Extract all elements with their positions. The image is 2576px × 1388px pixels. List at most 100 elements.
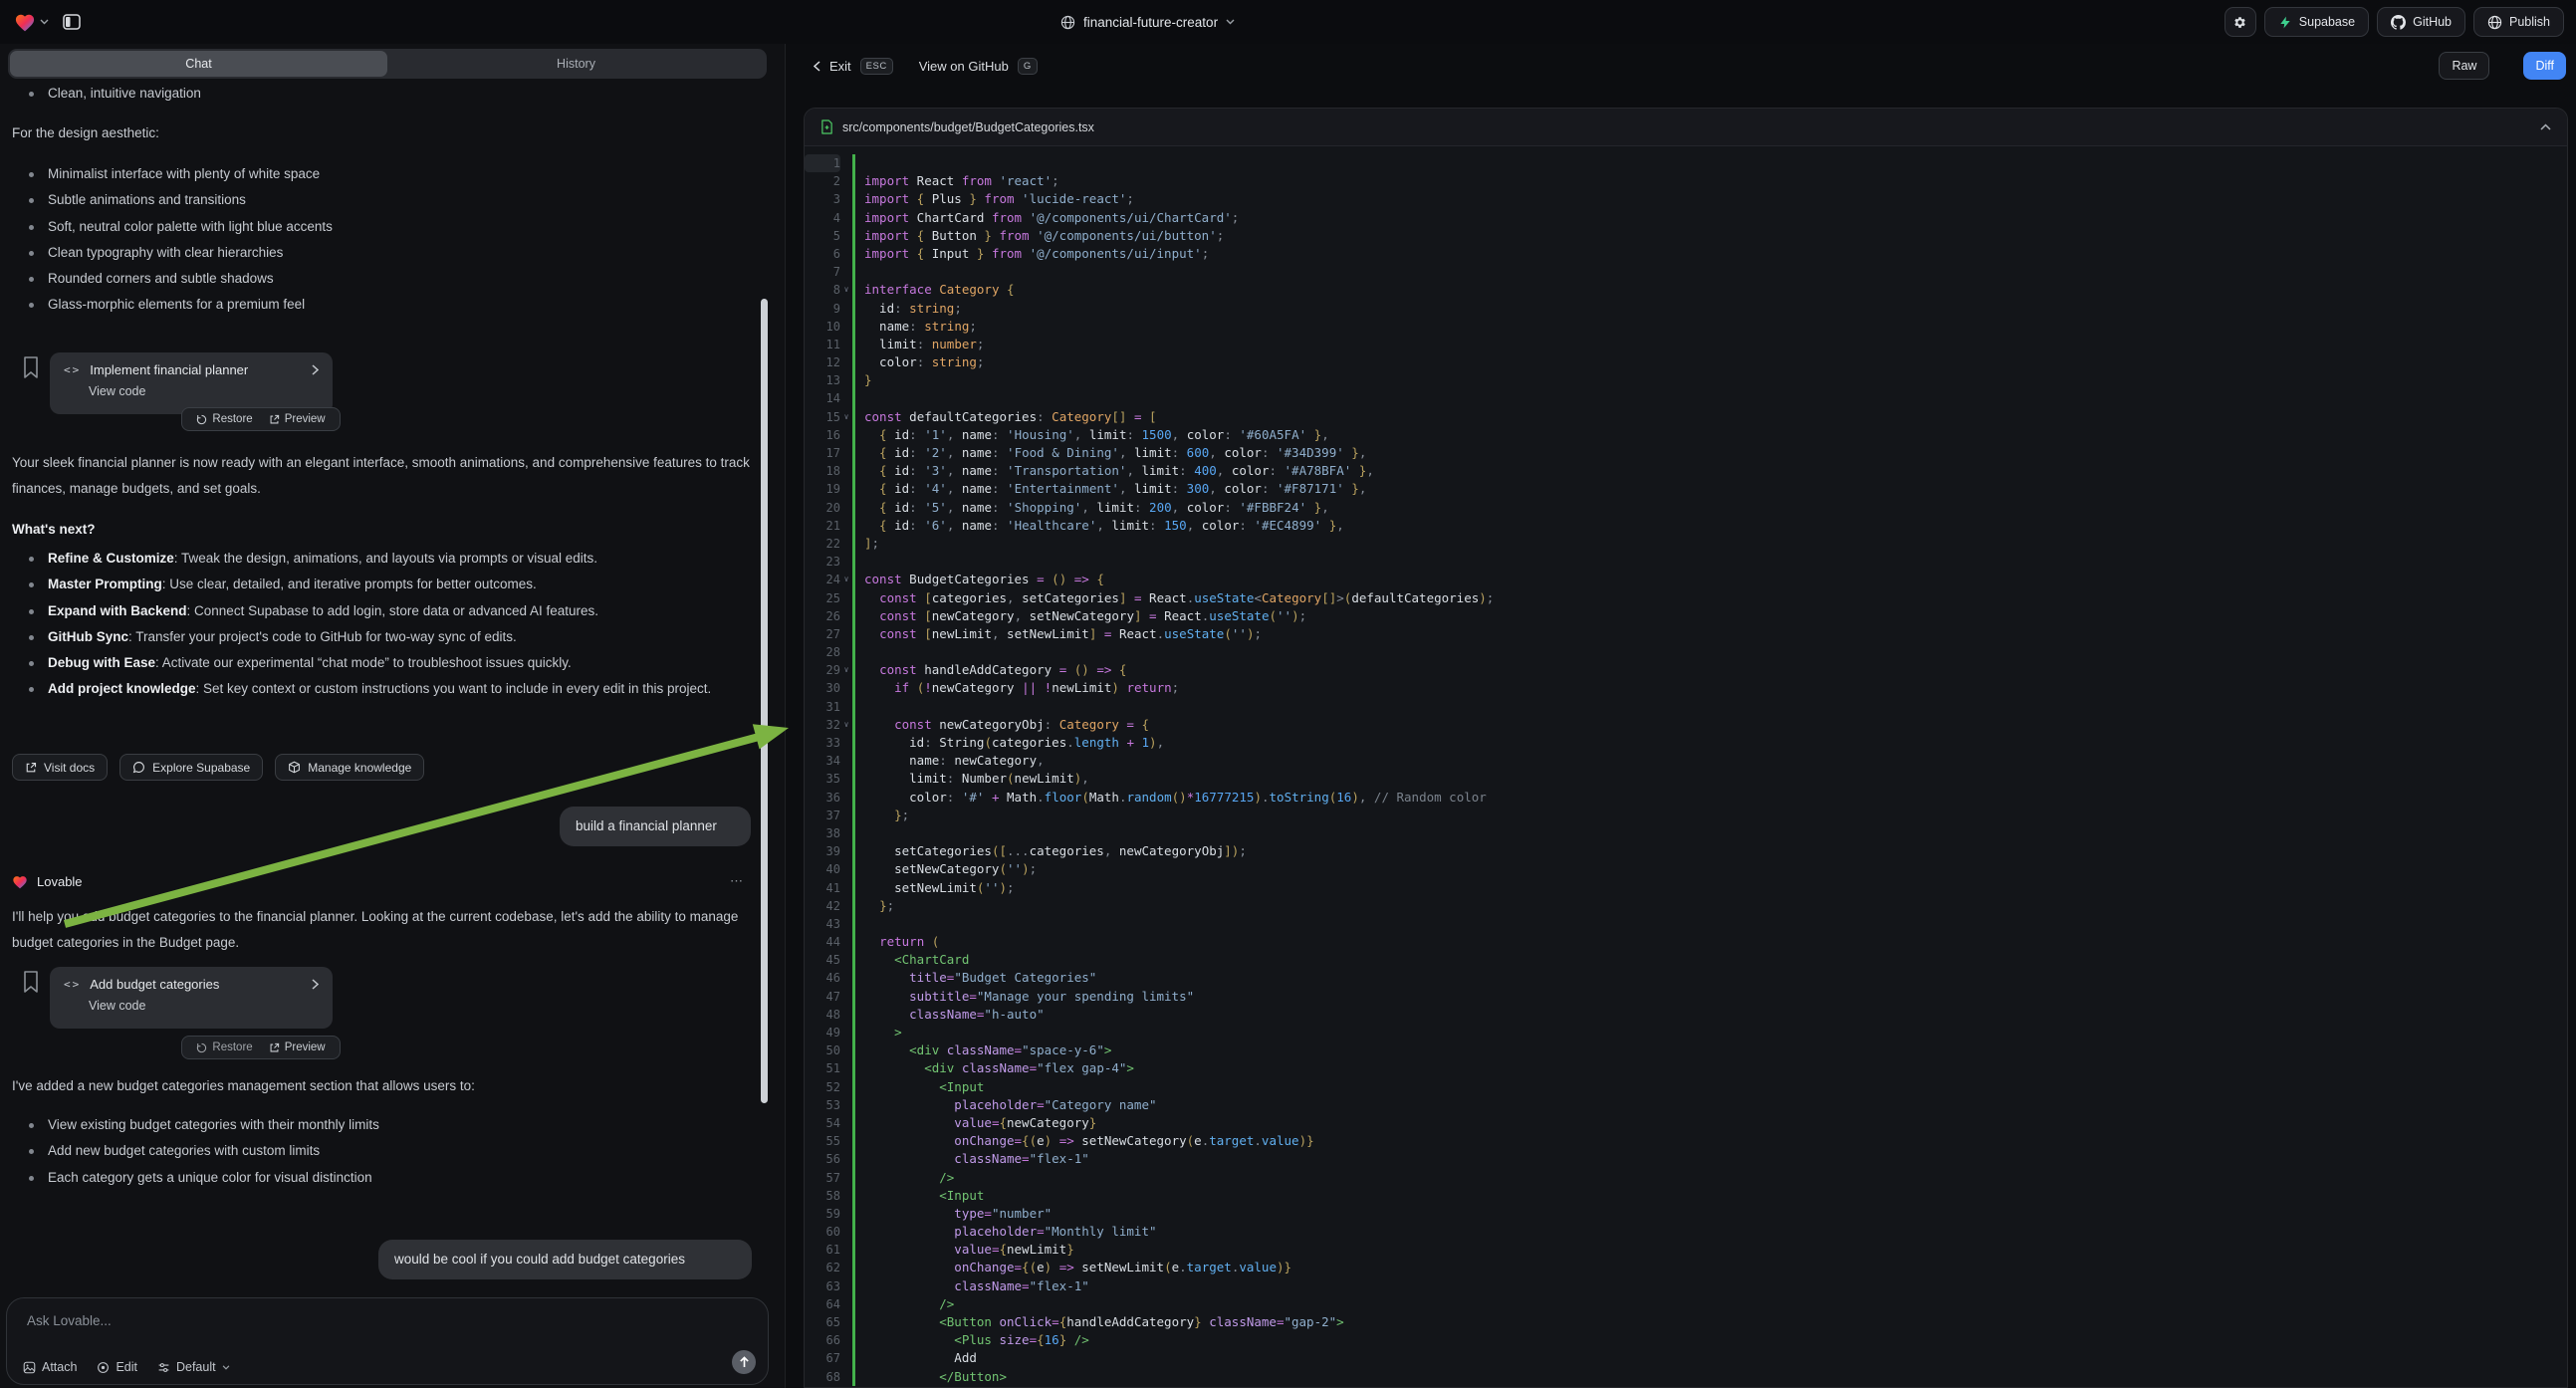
line-number: 32 (805, 716, 840, 734)
bookmark-icon[interactable] (22, 355, 40, 379)
version-card-add-budget-categories[interactable]: <> Add budget categories View code (50, 967, 333, 1029)
target-icon (97, 1361, 110, 1374)
code-icon: <> (64, 978, 81, 991)
sidebar-toggle-button[interactable] (59, 10, 85, 34)
chat-scrollbar[interactable] (761, 299, 768, 1103)
code-text: id: String(categories.length + 1), (852, 734, 2567, 752)
view-code-link[interactable]: View code (89, 384, 319, 398)
user-message: build a financial planner (560, 807, 751, 846)
chat-input[interactable] (25, 1312, 750, 1329)
attach-button[interactable]: Attach (23, 1360, 77, 1374)
line-number: 68 (805, 1368, 840, 1386)
publish-button[interactable]: Publish (2473, 7, 2564, 37)
code-text: <div className="flex gap-4"> (852, 1059, 2567, 1077)
explore-supabase-button[interactable]: Explore Supabase (119, 754, 263, 781)
fold-spacer (840, 1313, 852, 1331)
line-number: 3 (805, 190, 840, 208)
code-line: 44 return ( (805, 933, 2567, 951)
code-text: subtitle="Manage your spending limits" (852, 988, 2567, 1006)
code-line: 60 placeholder="Monthly limit" (805, 1223, 2567, 1241)
fold-toggle-icon[interactable]: ∨ (840, 716, 852, 734)
code-view-toolbar: Exit ESC View on GitHub G Raw Diff (786, 44, 2576, 88)
version-card-implement-financial-planner[interactable]: <> Implement financial planner View code (50, 352, 333, 414)
message-options-button[interactable]: ⋯ (730, 873, 745, 889)
fold-toggle-icon[interactable]: ∨ (840, 408, 852, 426)
edit-button[interactable]: Edit (97, 1360, 137, 1374)
fold-spacer (840, 969, 852, 987)
code-text: { id: '6', name: 'Healthcare', limit: 15… (852, 517, 2567, 535)
chevron-right-icon (312, 364, 319, 375)
fold-spacer (840, 1132, 852, 1150)
assistant-paragraph: Your sleek financial planner is now read… (12, 450, 757, 503)
line-number: 18 (805, 462, 840, 480)
project-switcher[interactable]: financial-future-creator (1060, 0, 1235, 44)
fold-spacer (840, 371, 852, 389)
settings-button[interactable] (2225, 7, 2256, 37)
code-text: </Button> (852, 1368, 2567, 1386)
fold-toggle-icon[interactable]: ∨ (840, 661, 852, 679)
restore-button[interactable]: Restore (196, 1041, 252, 1053)
external-link-icon (269, 414, 280, 425)
code-line: 24∨const BudgetCategories = () => { (805, 571, 2567, 588)
fold-spacer (840, 172, 852, 190)
fold-spacer (840, 480, 852, 498)
code-line: 5import { Button } from '@/components/ui… (805, 227, 2567, 245)
code-line: 43 (805, 915, 2567, 933)
view-code-link[interactable]: View code (89, 999, 319, 1013)
view-on-github-button[interactable]: View on GitHub G (919, 58, 1038, 75)
visit-docs-button[interactable]: Visit docs (12, 754, 108, 781)
line-number: 46 (805, 969, 840, 987)
line-number: 53 (805, 1096, 840, 1114)
fold-spacer (840, 589, 852, 607)
esc-kbd: ESC (860, 58, 893, 75)
file-header[interactable]: src/components/budget/BudgetCategories.t… (805, 109, 2567, 146)
chevron-up-icon[interactable] (2540, 123, 2551, 130)
code-line: 36 color: '#' + Math.floor(Math.random()… (805, 789, 2567, 807)
app-window: financial-future-creator Supabase GitHub (0, 0, 2576, 1388)
exit-button[interactable]: Exit ESC (814, 58, 893, 75)
tab-history[interactable]: History (387, 51, 765, 77)
line-number: 21 (805, 517, 840, 535)
github-icon (2391, 15, 2406, 30)
restore-button[interactable]: Restore (196, 413, 252, 425)
code-line: 65 <Button onClick={handleAddCategory} c… (805, 1313, 2567, 1331)
raw-toggle-button[interactable]: Raw (2439, 52, 2489, 80)
fold-spacer (840, 1241, 852, 1259)
fold-toggle-icon[interactable]: ∨ (840, 281, 852, 299)
fold-toggle-icon[interactable]: ∨ (840, 571, 852, 588)
fold-spacer (840, 300, 852, 318)
fold-spacer (840, 535, 852, 553)
code-line: 22]; (805, 535, 2567, 553)
diff-toggle-button[interactable]: Diff (2523, 52, 2566, 80)
line-number: 25 (805, 589, 840, 607)
fold-spacer (840, 426, 852, 444)
mode-selector[interactable]: Default (157, 1360, 230, 1374)
fold-spacer (840, 915, 852, 933)
supabase-button[interactable]: Supabase (2264, 7, 2369, 37)
code-line: 20 { id: '5', name: 'Shopping', limit: 2… (805, 499, 2567, 517)
fold-spacer (840, 553, 852, 571)
restore-preview-toolbar: Restore Preview (181, 1036, 341, 1059)
line-number: 16 (805, 426, 840, 444)
fold-spacer (840, 824, 852, 842)
fold-spacer (840, 1059, 852, 1077)
bookmark-icon[interactable] (22, 970, 40, 994)
code-text (852, 824, 2567, 842)
line-number: 50 (805, 1041, 840, 1059)
preview-button[interactable]: Preview (269, 413, 326, 425)
manage-knowledge-button[interactable]: Manage knowledge (275, 754, 424, 781)
github-button[interactable]: GitHub (2377, 7, 2465, 37)
line-number: 55 (805, 1132, 840, 1150)
send-button[interactable] (732, 1350, 756, 1374)
code-line: 14 (805, 389, 2567, 407)
code-text: color: string; (852, 353, 2567, 371)
code-text (852, 263, 2567, 281)
lovable-logo-menu[interactable] (14, 12, 49, 32)
code-line: 15∨const defaultCategories: Category[] =… (805, 408, 2567, 426)
preview-button[interactable]: Preview (269, 1041, 326, 1053)
file-card: src/components/budget/BudgetCategories.t… (804, 108, 2568, 1388)
restore-icon (196, 414, 207, 425)
tab-chat[interactable]: Chat (10, 51, 387, 77)
fold-spacer (840, 1150, 852, 1168)
code-line: 56 className="flex-1" (805, 1150, 2567, 1168)
